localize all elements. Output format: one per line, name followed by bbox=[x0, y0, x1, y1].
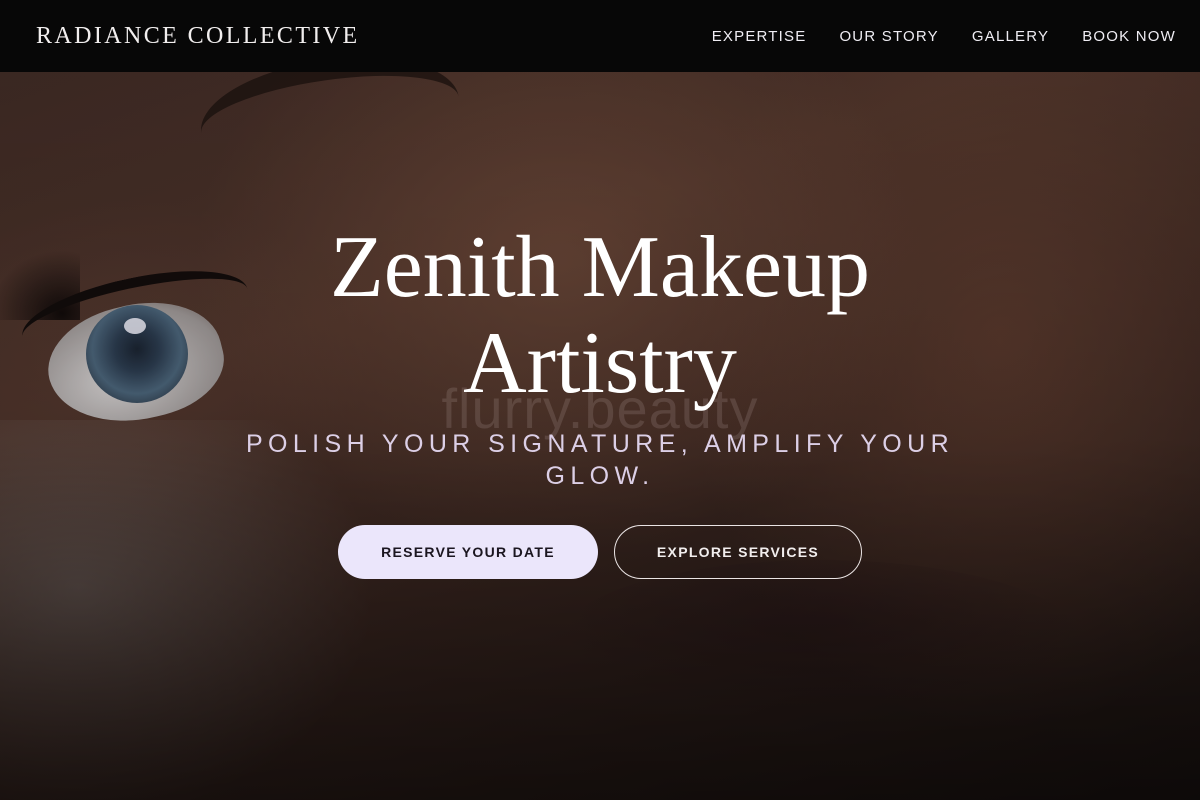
hero-title-line-1: Zenith Makeup bbox=[329, 219, 871, 316]
hero-subtitle: POLISH YOUR SIGNATURE, AMPLIFY YOUR GLOW… bbox=[200, 428, 1000, 492]
nav-link-expertise[interactable]: EXPERTISE bbox=[712, 28, 807, 45]
page: flurry.beauty RADIANCE COLLECTIVE EXPERT… bbox=[0, 0, 1200, 800]
nav-link-our-story[interactable]: OUR STORY bbox=[839, 28, 938, 45]
hero-subtitle-line-2: GLOW. bbox=[545, 462, 655, 490]
hero-title-line-2: Artistry bbox=[463, 315, 737, 412]
hero-title: Zenith Makeup Artistry bbox=[150, 220, 1050, 412]
brand-logo[interactable]: RADIANCE COLLECTIVE bbox=[36, 23, 360, 50]
explore-services-button[interactable]: EXPLORE SERVICES bbox=[614, 525, 862, 579]
hero-subtitle-line-1: POLISH YOUR SIGNATURE, AMPLIFY YOUR bbox=[245, 430, 955, 458]
top-navbar: RADIANCE COLLECTIVE EXPERTISE OUR STORY … bbox=[0, 0, 1200, 72]
nav-link-book-now[interactable]: BOOK NOW bbox=[1082, 28, 1176, 45]
reserve-your-date-button[interactable]: RESERVE YOUR DATE bbox=[338, 525, 598, 579]
nav-link-gallery[interactable]: GALLERY bbox=[972, 28, 1049, 45]
nav-links: EXPERTISE OUR STORY GALLERY BOOK NOW bbox=[712, 28, 1176, 45]
